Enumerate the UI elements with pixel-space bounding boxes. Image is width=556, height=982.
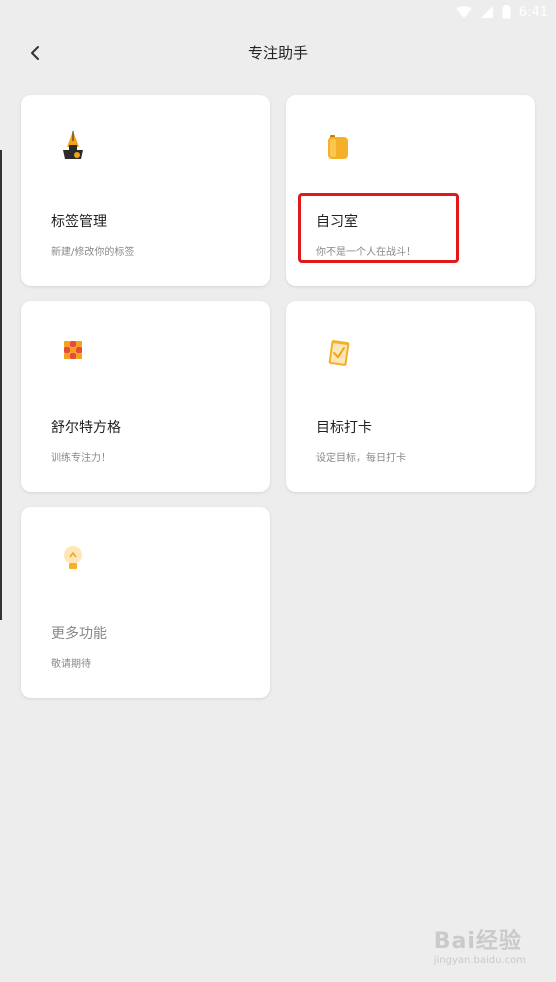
- card-schulte-grid[interactable]: 舒尔特方格 训练专注力！: [21, 301, 270, 492]
- highlight-annotation: [298, 193, 459, 263]
- card-tag-management[interactable]: 标签管理 新建/修改你的标签: [21, 95, 270, 286]
- card-subtitle: 新建/修改你的标签: [51, 247, 135, 258]
- status-time: 6:41: [518, 4, 548, 20]
- watermark: Bai经验 jingyan.baidu.com: [434, 923, 526, 966]
- card-more-features[interactable]: 更多功能 敬请期待: [21, 507, 270, 698]
- clipboard-check-icon: [328, 340, 350, 366]
- backpack-icon: [328, 135, 348, 159]
- page-title: 专注助手: [247, 44, 308, 62]
- top-bar: 专注助手: [0, 24, 556, 84]
- battery-icon: [502, 5, 511, 19]
- watermark-url: jingyan.baidu.com: [433, 955, 526, 966]
- status-bar: 6:41: [0, 0, 556, 24]
- watermark-brand: Bai经验: [433, 929, 522, 954]
- card-title: 舒尔特方格: [51, 420, 121, 436]
- wifi-icon: [456, 6, 472, 19]
- card-subtitle: 设定目标，每日打卡: [316, 453, 406, 464]
- window-edge: [0, 150, 2, 620]
- card-goal-checkin[interactable]: 目标打卡 设定目标，每日打卡: [286, 301, 535, 492]
- card-title: 目标打卡: [316, 420, 372, 436]
- pen-nib-icon: [63, 131, 83, 159]
- card-title: 更多功能: [51, 626, 107, 642]
- signal-icon: [480, 6, 493, 18]
- lightbulb-icon: [64, 546, 82, 569]
- grid-squares-icon: [64, 341, 82, 359]
- card-subtitle: 训练专注力！: [51, 453, 111, 464]
- card-subtitle: 敬请期待: [51, 659, 91, 670]
- card-title: 标签管理: [51, 214, 107, 230]
